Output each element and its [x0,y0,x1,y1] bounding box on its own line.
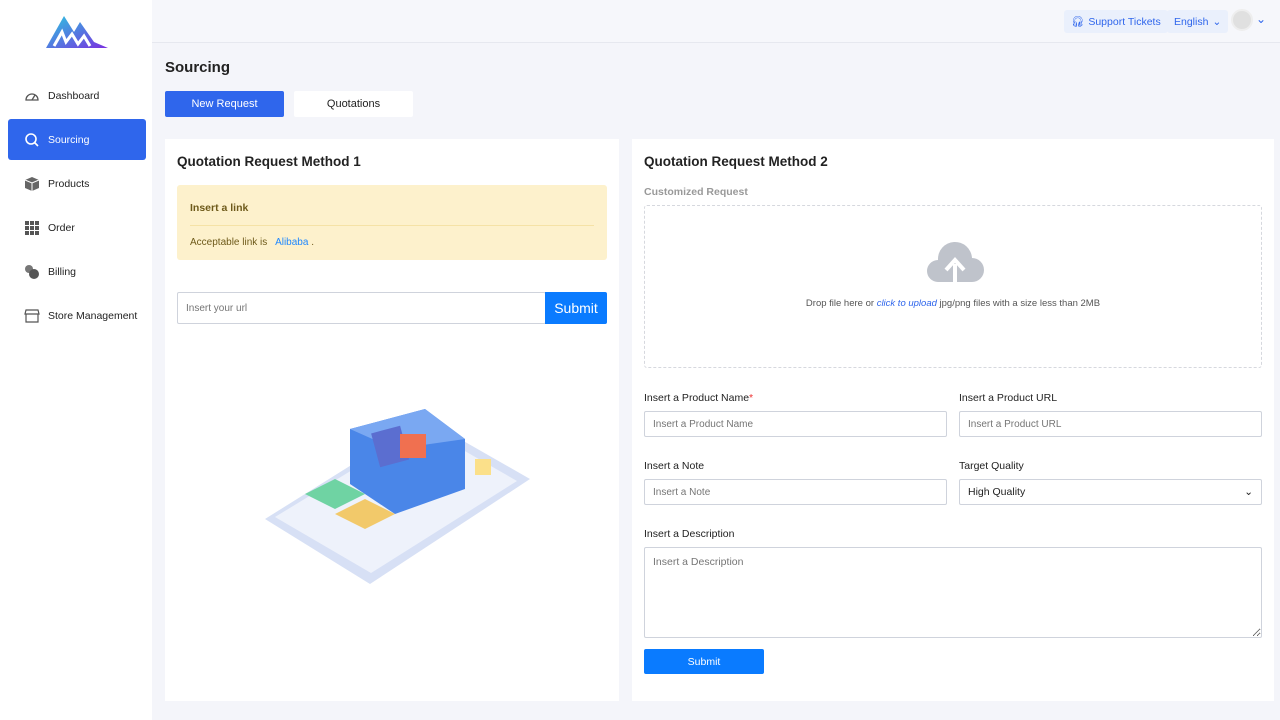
sidebar: Dashboard Sourcing Products Order Billin… [0,0,152,720]
required-mark: * [749,392,754,404]
sidebar-item-label: Products [48,177,90,190]
method1-card: Quotation Request Method 1 Insert a link… [165,139,619,701]
alert-end: . [311,237,314,248]
upload-hint: jpg/png files with a size less than 2MB [936,298,1101,309]
product-name-input[interactable] [644,411,947,437]
description-label: Insert a Description [644,528,735,540]
alibaba-link[interactable]: Alibaba [275,237,308,248]
sidebar-item-label: Order [48,221,75,234]
description-textarea[interactable] [644,547,1262,638]
url-input[interactable] [177,292,546,324]
product-name-label: Insert a Product Name [644,392,750,404]
store-icon [24,308,40,323]
sidebar-item-billing[interactable]: Billing [8,251,146,292]
tab-quotations[interactable]: Quotations [294,91,413,117]
note-label: Insert a Note [644,460,705,472]
cloud-upload-icon [927,241,984,284]
upload-dropzone[interactable]: Drop file here or click to upload jpg/pn… [644,205,1262,368]
sidebar-item-sourcing[interactable]: Sourcing [8,119,146,160]
sidebar-item-store-management[interactable]: Store Management [8,295,146,336]
coins-icon [25,264,39,279]
product-url-label: Insert a Product URL [959,392,1058,404]
click-to-upload-link[interactable]: click to upload [877,298,937,309]
product-url-input[interactable] [959,411,1262,437]
grid-icon [25,220,39,235]
avatar[interactable] [1231,9,1253,31]
language-select[interactable]: English ⌄ [1167,10,1229,33]
note-input[interactable] [644,479,947,505]
sidebar-item-label: Dashboard [48,89,100,102]
sidebar-item-label: Billing [48,265,77,278]
support-label: Support Tickets [1088,15,1161,28]
language-label: English [1174,15,1209,28]
upload-text: Drop file here or [805,298,877,309]
chevron-down-icon: ⌄ [1244,486,1253,498]
sidebar-item-label: Sourcing [48,133,90,146]
dashboard-gauge-icon [25,92,39,101]
url-submit-button[interactable]: Submit [545,292,607,324]
quality-label: Target Quality [959,460,1024,472]
alert-title: Insert a link [190,202,249,214]
box-icon [24,176,40,191]
logo [46,16,108,48]
sidebar-item-dashboard[interactable]: Dashboard [8,75,146,116]
chevron-down-icon: ⌄ [1212,15,1222,28]
method1-title: Quotation Request Method 1 [177,154,361,169]
method2-title: Quotation Request Method 2 [644,154,828,169]
sidebar-item-products[interactable]: Products [8,163,146,204]
headset-icon: 🎧︎ [1071,16,1085,28]
form-submit-button[interactable]: Submit [644,649,764,674]
page-title: Sourcing [165,59,231,76]
sidebar-item-order[interactable]: Order [8,207,146,248]
chevron-down-icon[interactable]: ⌄ [1256,12,1266,26]
support-tickets-button[interactable]: 🎧︎ Support Tickets [1064,10,1168,33]
target-quality-select[interactable]: High Quality ⌄ [959,479,1262,505]
link-alert: Insert a link Acceptable link is Alibaba… [177,185,607,260]
sourcing-illustration [265,409,530,584]
search-icon [25,132,39,147]
sidebar-item-label: Store Management [48,309,138,322]
section-label: Customized Request [644,186,748,198]
tab-new-request[interactable]: New Request [165,91,284,117]
alert-text: Acceptable link is [190,237,268,248]
quality-value: High Quality [968,486,1026,498]
method2-card: Quotation Request Method 2 Customized Re… [632,139,1274,701]
